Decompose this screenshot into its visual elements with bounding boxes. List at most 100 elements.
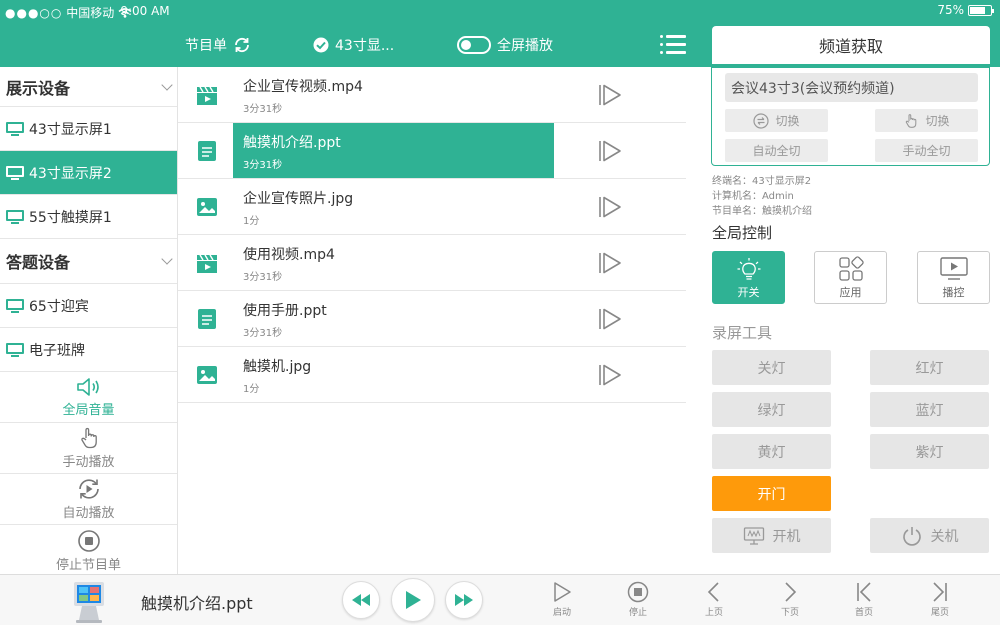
- red-light-button[interactable]: 红灯: [870, 350, 989, 385]
- channel-select[interactable]: 会议43寸3(会议预约频道): [725, 73, 978, 102]
- play-button[interactable]: [391, 578, 435, 622]
- record-tools-title: 录屏工具: [712, 324, 773, 342]
- action-label: 手动播放: [62, 455, 115, 470]
- play-icon[interactable]: [598, 139, 622, 163]
- speaker-icon: [76, 378, 99, 396]
- terminal-name: 终端名：43寸显示屏2: [712, 176, 812, 187]
- stop-button[interactable]: 停止: [618, 581, 658, 623]
- chevron-down-icon: [161, 78, 173, 91]
- power-switch-button[interactable]: 开关: [712, 251, 785, 304]
- sidebar-item-43-display-1[interactable]: 43寸显示屏1: [0, 107, 177, 151]
- program-list-label: 节目单: [185, 38, 227, 54]
- clock: 9:00 AM: [120, 4, 170, 18]
- top-bar: ●●●○○ 中国移动 9:00 AM 75% 节目单 43寸显... 全屏播放 …: [0, 0, 1000, 67]
- bulb-icon: [737, 257, 760, 280]
- rewind-button[interactable]: [342, 581, 380, 619]
- start-icon: [554, 582, 571, 602]
- chevron-left-icon: [707, 582, 719, 602]
- last-page-button[interactable]: 尾页: [920, 581, 960, 623]
- next-page-button[interactable]: 下页: [770, 581, 810, 623]
- fullscreen-toggle[interactable]: 全屏播放: [457, 34, 553, 56]
- apps-button[interactable]: 应用: [814, 251, 887, 304]
- group-title: 展示设备: [6, 78, 71, 98]
- lights-off-button[interactable]: 关灯: [712, 350, 831, 385]
- control-label: 下页: [780, 608, 799, 618]
- file-duration: 3分31秒: [243, 104, 283, 115]
- sidebar-item-43-display-2[interactable]: 43寸显示屏2: [0, 151, 177, 195]
- sidebar-item-55-touch-1[interactable]: 55寸触摸屏1: [0, 195, 177, 239]
- monitor-play-icon: [939, 256, 968, 280]
- program-name: 节目单名：触摸机介绍: [712, 206, 812, 217]
- tab-channel-fetch[interactable]: 频道获取: [712, 26, 990, 64]
- menu-icon[interactable]: [660, 34, 686, 56]
- green-light-button[interactable]: 绿灯: [712, 392, 831, 427]
- document-icon: [198, 309, 216, 329]
- file-name: 使用手册.ppt: [243, 303, 327, 319]
- control-label: 首页: [854, 608, 873, 618]
- sidebar-item-65-welcome[interactable]: 65寸迎宾: [0, 284, 177, 328]
- monitor-icon: [6, 209, 24, 224]
- status-bar: ●●●○○ 中国移动 9:00 AM 75%: [0, 0, 1000, 22]
- auto-switch-all-button[interactable]: 自动全切: [725, 139, 828, 162]
- play-icon[interactable]: [598, 83, 622, 107]
- power-on-label: 开机: [772, 528, 801, 545]
- group-display-devices[interactable]: 展示设备: [0, 67, 177, 107]
- manual-play-button[interactable]: 手动播放: [0, 423, 177, 474]
- switch-label: 切换: [925, 114, 950, 128]
- group-title: 答题设备: [6, 253, 71, 272]
- sidebar-item-class-board[interactable]: 电子班牌: [0, 328, 177, 372]
- power-on-button[interactable]: 开机: [712, 518, 831, 553]
- toggle-switch[interactable]: [457, 36, 491, 54]
- open-door-button[interactable]: 开门: [712, 476, 831, 511]
- fullscreen-label: 全屏播放: [497, 38, 553, 54]
- play-icon[interactable]: [598, 307, 622, 331]
- battery-icon: [968, 4, 994, 16]
- program-list-button[interactable]: 节目单: [185, 34, 251, 56]
- global-control-title: 全局控制: [712, 224, 773, 242]
- stop-icon: [77, 529, 100, 552]
- monitor-icon: [6, 298, 24, 313]
- play-icon[interactable]: [598, 363, 622, 387]
- refresh-icon: [235, 37, 249, 53]
- switch-button[interactable]: 切换: [725, 109, 828, 132]
- list-item[interactable]: 触摸机.jpg 1分: [178, 347, 686, 403]
- display-selector[interactable]: 43寸显...: [313, 34, 394, 56]
- start-button[interactable]: 启动: [542, 581, 582, 623]
- control-label: 尾页: [930, 608, 949, 618]
- action-label: 停止节目单: [55, 557, 121, 573]
- blue-light-button[interactable]: 蓝灯: [870, 392, 989, 427]
- prev-page-button[interactable]: 上页: [694, 581, 734, 623]
- list-item[interactable]: 使用视频.mp4 3分31秒: [178, 235, 686, 291]
- chevron-right-icon: [785, 582, 797, 602]
- manual-switch-button[interactable]: 切换: [875, 109, 978, 132]
- auto-all-label: 自动全切: [752, 144, 801, 158]
- global-volume-button[interactable]: 全局音量: [0, 372, 177, 423]
- fast-forward-button[interactable]: [445, 581, 483, 619]
- list-item[interactable]: 企业宣传视频.mp4 3分31秒: [178, 67, 686, 123]
- auto-play-button[interactable]: 自动播放: [0, 474, 177, 525]
- play-icon[interactable]: [598, 195, 622, 219]
- first-page-button[interactable]: 首页: [844, 581, 884, 623]
- file-duration: 1分: [243, 384, 260, 395]
- manual-switch-all-button[interactable]: 手动全切: [875, 139, 978, 162]
- playback-control-button[interactable]: 播控: [917, 251, 990, 304]
- purple-light-button[interactable]: 紫灯: [870, 434, 989, 469]
- hand-pointer-icon: [906, 113, 917, 128]
- monitor-icon: [6, 121, 24, 136]
- play-icon[interactable]: [598, 251, 622, 275]
- computer-name: 计算机名：Admin: [712, 191, 794, 202]
- group-answer-devices[interactable]: 答题设备: [0, 239, 177, 284]
- power-off-label: 关机: [930, 528, 959, 545]
- rewind-icon: [352, 594, 370, 606]
- list-item[interactable]: 企业宣传照片.jpg 1分: [178, 179, 686, 235]
- device-label: 43寸显示屏2: [29, 165, 112, 182]
- gctrl-label: 应用: [839, 285, 862, 299]
- kiosk-thumbnail: [74, 582, 104, 623]
- stop-program-button[interactable]: 停止节目单: [0, 525, 177, 576]
- power-off-button[interactable]: 关机: [870, 518, 989, 553]
- yellow-light-button[interactable]: 黄灯: [712, 434, 831, 469]
- last-page-icon: [933, 582, 947, 602]
- list-item[interactable]: 使用手册.ppt 3分31秒: [178, 291, 686, 347]
- manual-all-label: 手动全切: [902, 144, 951, 158]
- list-item-selected[interactable]: 触摸机介绍.ppt 3分31秒: [178, 123, 686, 179]
